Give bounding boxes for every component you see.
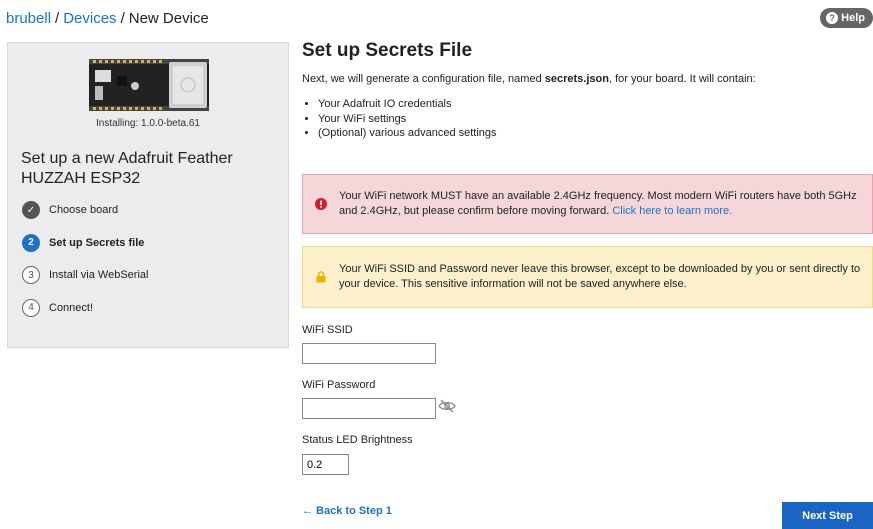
list-item: (Optional) various advanced settings bbox=[318, 126, 873, 141]
eye-slash-icon[interactable] bbox=[438, 399, 456, 413]
step-number-badge: 4 bbox=[22, 298, 40, 317]
intro-text: Next, we will generate a configuration f… bbox=[302, 73, 873, 85]
step-label: Connect! bbox=[49, 301, 94, 314]
breadcrumb-current: New Device bbox=[128, 10, 209, 27]
breadcrumb-separator: / bbox=[55, 10, 60, 27]
alert-message: Your WiFi network MUST have an available… bbox=[339, 190, 857, 217]
brightness-label: Status LED Brightness bbox=[302, 434, 413, 446]
help-label: Help bbox=[841, 12, 865, 24]
back-link[interactable]: ← Back to Step 1 bbox=[302, 505, 392, 517]
step-label: Choose board bbox=[49, 204, 119, 216]
lock-icon bbox=[303, 271, 339, 283]
step-connect: 4 Connect! bbox=[22, 298, 148, 318]
step-number-badge: 2 bbox=[22, 233, 40, 252]
breadcrumb-devices-link[interactable]: Devices bbox=[63, 10, 116, 27]
step-choose-board: ✓ Choose board bbox=[22, 200, 148, 220]
learn-more-link[interactable]: Click here to learn more. bbox=[612, 205, 732, 217]
check-icon: ✓ bbox=[22, 201, 40, 219]
help-icon: ? bbox=[826, 12, 839, 24]
password-input[interactable] bbox=[302, 398, 436, 419]
contents-list: Your Adafruit IO credentials Your WiFi s… bbox=[302, 97, 873, 141]
step-number-badge: 3 bbox=[22, 266, 40, 284]
step-label: Install via WebSerial bbox=[49, 269, 149, 281]
brightness-input[interactable] bbox=[302, 454, 349, 475]
ssid-label: WiFi SSID bbox=[302, 324, 353, 336]
sidebar-title: Set up a new Adafruit Feather HUZZAH ESP… bbox=[21, 150, 233, 187]
step-secrets-file: 2 Set up Secrets file bbox=[22, 233, 148, 253]
breadcrumb-user-link[interactable]: brubell bbox=[6, 10, 51, 27]
step-install-webserial: 3 Install via WebSerial bbox=[22, 265, 148, 285]
board-image bbox=[85, 56, 213, 114]
steps-list: ✓ Choose board 2 Set up Secrets file 3 I… bbox=[22, 200, 148, 330]
page-title: Set up Secrets File bbox=[302, 40, 473, 61]
help-button[interactable]: ? Help bbox=[820, 8, 873, 28]
wifi-frequency-alert: Your WiFi network MUST have an available… bbox=[302, 174, 873, 234]
privacy-text: Your WiFi SSID and Password never leave … bbox=[339, 263, 861, 290]
step-label: Set up Secrets file bbox=[49, 236, 145, 249]
sidebar: Installing: 1.0.0-beta.61 Set up a new A… bbox=[7, 42, 289, 348]
alert-text: Your WiFi network MUST have an available… bbox=[339, 189, 872, 219]
list-item: Your WiFi settings bbox=[318, 112, 873, 127]
intro-filename: secrets.json bbox=[544, 73, 609, 85]
privacy-notice: Your WiFi SSID and Password never leave … bbox=[302, 246, 873, 308]
alert-icon bbox=[303, 198, 339, 210]
intro-before: Next, we will generate a configuration f… bbox=[302, 73, 545, 85]
ssid-input[interactable] bbox=[302, 343, 436, 364]
intro-after: , for your board. It will contain: bbox=[608, 73, 756, 85]
password-label: WiFi Password bbox=[302, 379, 376, 391]
breadcrumb: brubell / Devices / New Device bbox=[6, 10, 209, 27]
next-step-button[interactable]: Next Step bbox=[782, 502, 873, 529]
breadcrumb-separator: / bbox=[120, 10, 125, 27]
main-content: Set up Secrets File Next, we will genera… bbox=[302, 40, 873, 141]
installing-version: Installing: 1.0.0-beta.61 bbox=[96, 118, 200, 129]
list-item: Your Adafruit IO credentials bbox=[318, 97, 873, 112]
